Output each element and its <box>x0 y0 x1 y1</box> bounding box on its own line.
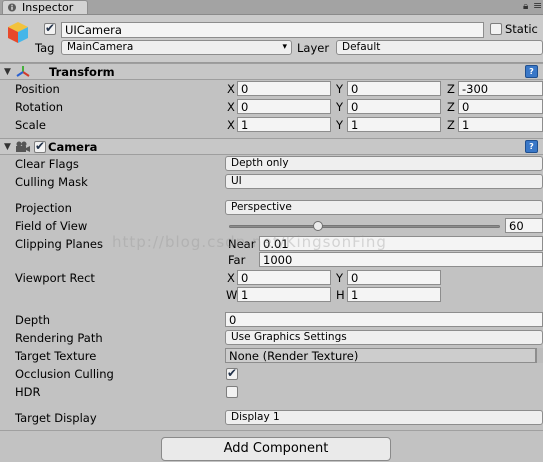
hdr-checkbox[interactable] <box>226 386 238 398</box>
tag-dropdown[interactable]: MainCamera ▾ <box>61 40 292 55</box>
scale-label: Scale <box>15 118 46 132</box>
transform-axes-icon <box>16 66 30 77</box>
axis-z-label: Z <box>447 82 455 96</box>
hdr-label: HDR <box>15 385 41 399</box>
camera-header[interactable]: ▼ Camera ? <box>0 138 543 155</box>
axis-y-label: Y <box>336 100 344 114</box>
info-icon <box>8 3 16 12</box>
foldout-expanded-icon[interactable]: ▼ <box>4 142 11 152</box>
position-y-field[interactable]: 0 <box>347 81 441 96</box>
camera-enabled-checkbox[interactable] <box>34 139 46 153</box>
rotation-y-field[interactable]: 0 <box>347 99 441 114</box>
culling-mask-dropdown[interactable]: UI <box>225 174 543 189</box>
far-field[interactable]: 1000 <box>259 252 543 267</box>
viewport-y-field[interactable]: 0 <box>347 270 441 285</box>
tab-bar: Inspector 🔒︎ ≡ <box>0 0 543 15</box>
clear-flags-dropdown[interactable]: Depth only <box>225 156 543 171</box>
rendering-path-label: Rendering Path <box>15 331 103 345</box>
add-component-button[interactable]: Add Component <box>161 437 391 461</box>
watermark: http://blog.csdn.net/KingsonFing <box>112 233 387 251</box>
rotation-label: Rotation <box>15 100 64 114</box>
help-icon[interactable]: ? <box>525 65 538 78</box>
viewport-rect-label: Viewport Rect <box>15 271 95 285</box>
layer-label: Layer <box>297 41 330 55</box>
projection-dropdown[interactable]: Perspective <box>225 200 543 215</box>
clipping-planes-label: Clipping Planes <box>15 237 103 251</box>
viewport-w-label: W <box>226 288 238 302</box>
scale-y-field[interactable]: 1 <box>347 117 441 132</box>
axis-x-label: X <box>227 82 235 96</box>
layer-dropdown[interactable]: Default <box>336 40 543 55</box>
clear-flags-value: Depth only <box>231 157 289 169</box>
viewport-x-label: X <box>227 271 235 285</box>
far-label: Far <box>228 253 246 267</box>
target-display-value: Display 1 <box>231 411 280 423</box>
transform-title: Transform <box>49 65 115 79</box>
menu-icon[interactable]: ≡ <box>533 0 542 12</box>
projection-label: Projection <box>15 201 72 215</box>
help-icon[interactable]: ? <box>525 140 538 153</box>
position-label: Position <box>15 82 60 96</box>
rotation-x-field[interactable]: 0 <box>237 99 331 114</box>
foldout-expanded-icon[interactable]: ▼ <box>4 67 11 77</box>
dropdown-arrow-icon: ▾ <box>282 42 287 52</box>
target-texture-field[interactable]: None (Render Texture) <box>225 348 536 363</box>
name-field[interactable]: UICamera <box>61 22 484 38</box>
axis-y-label: Y <box>336 82 344 96</box>
fov-slider-track[interactable] <box>229 225 500 228</box>
axis-y-label: Y <box>336 118 344 132</box>
projection-value: Perspective <box>231 201 292 213</box>
axis-x-label: X <box>227 118 235 132</box>
layer-value: Default <box>342 41 381 53</box>
culling-mask-label: Culling Mask <box>15 175 88 189</box>
gameobject-cube-icon <box>8 22 28 43</box>
target-display-dropdown[interactable]: Display 1 <box>225 410 543 425</box>
rotation-z-field[interactable]: 0 <box>458 99 543 114</box>
transform-header[interactable]: ▼ Transform ? <box>0 63 543 80</box>
camera-title: Camera <box>48 140 98 154</box>
tab-label: Inspector <box>22 1 74 14</box>
object-picker-icon[interactable] <box>536 348 543 363</box>
tag-label: Tag <box>35 41 55 55</box>
occlusion-culling-label: Occlusion Culling <box>15 367 114 381</box>
viewport-y-label: Y <box>336 271 344 285</box>
target-texture-label: Target Texture <box>15 349 97 363</box>
tag-value: MainCamera <box>67 41 134 53</box>
viewport-h-field[interactable]: 1 <box>347 287 441 302</box>
camera-icon <box>16 141 30 152</box>
axis-z-label: Z <box>447 100 455 114</box>
position-x-field[interactable]: 0 <box>237 81 331 96</box>
scale-z-field[interactable]: 1 <box>458 117 543 132</box>
viewport-h-label: H <box>336 288 345 302</box>
viewport-x-field[interactable]: 0 <box>237 270 331 285</box>
rendering-path-value: Use Graphics Settings <box>231 331 347 343</box>
depth-field[interactable]: 0 <box>225 312 543 327</box>
viewport-w-field[interactable]: 1 <box>237 287 331 302</box>
divider <box>0 430 543 431</box>
axis-x-label: X <box>227 100 235 114</box>
position-z-field[interactable]: -300 <box>458 81 543 96</box>
culling-mask-value: UI <box>231 175 242 187</box>
static-checkbox[interactable] <box>490 23 502 35</box>
tab-inspector[interactable]: Inspector <box>2 0 88 14</box>
axis-z-label: Z <box>447 118 455 132</box>
fov-field[interactable]: 60 <box>505 218 543 233</box>
target-display-label: Target Display <box>15 411 97 425</box>
rendering-path-dropdown[interactable]: Use Graphics Settings <box>225 330 543 345</box>
lock-icon[interactable]: 🔒︎ <box>523 2 528 12</box>
occlusion-culling-checkbox[interactable] <box>226 366 238 380</box>
static-label: Static <box>505 22 538 36</box>
object-header: UICamera Static Tag MainCamera ▾ Layer D… <box>0 15 543 63</box>
scale-x-field[interactable]: 1 <box>237 117 331 132</box>
active-checkbox[interactable] <box>44 21 56 35</box>
clear-flags-label: Clear Flags <box>15 157 79 171</box>
fov-label: Field of View <box>15 219 88 233</box>
depth-label: Depth <box>15 313 51 327</box>
fov-slider-thumb[interactable] <box>313 221 324 231</box>
